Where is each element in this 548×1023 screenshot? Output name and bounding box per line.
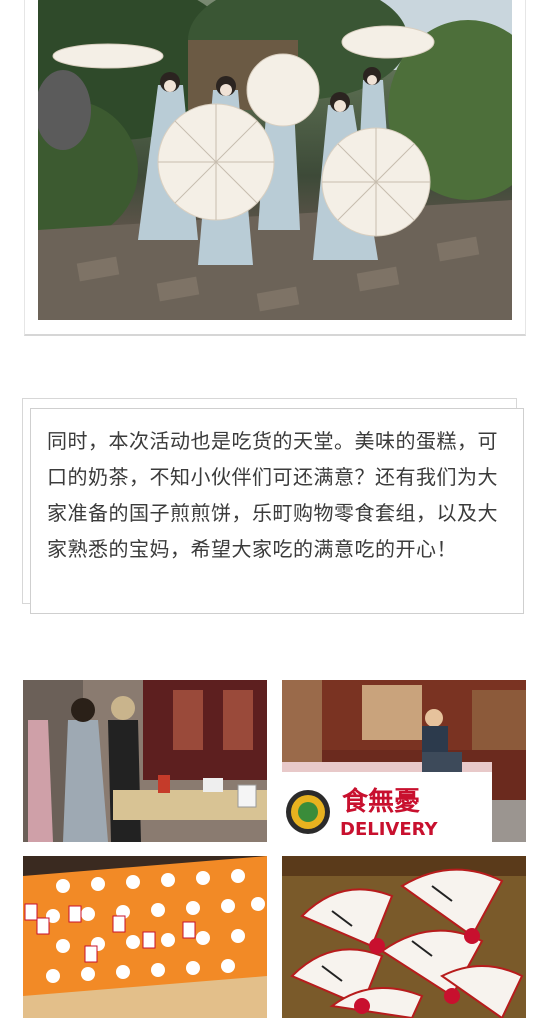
text-card: 同时，本次活动也是吃货的天堂。美味的蛋糕，可口的奶茶，不知小伙伴们可还满意？还有… [30,408,524,614]
delivery-sign-title: 食無憂 [342,786,420,817]
folding-fans-photo[interactable] [282,856,526,1018]
delivery-sign-subtitle: DELIVERY [340,819,439,840]
hanfu-parasol-photo[interactable] [38,0,512,320]
dessert-table-photo[interactable] [23,680,267,842]
delivery-booth-photo[interactable]: 食無憂 DELIVERY [282,680,526,842]
cake-photo[interactable] [23,856,267,1018]
article-paragraph: 同时，本次活动也是吃货的天堂。美味的蛋糕，可口的奶茶，不知小伙伴们可还满意？还有… [47,429,498,561]
